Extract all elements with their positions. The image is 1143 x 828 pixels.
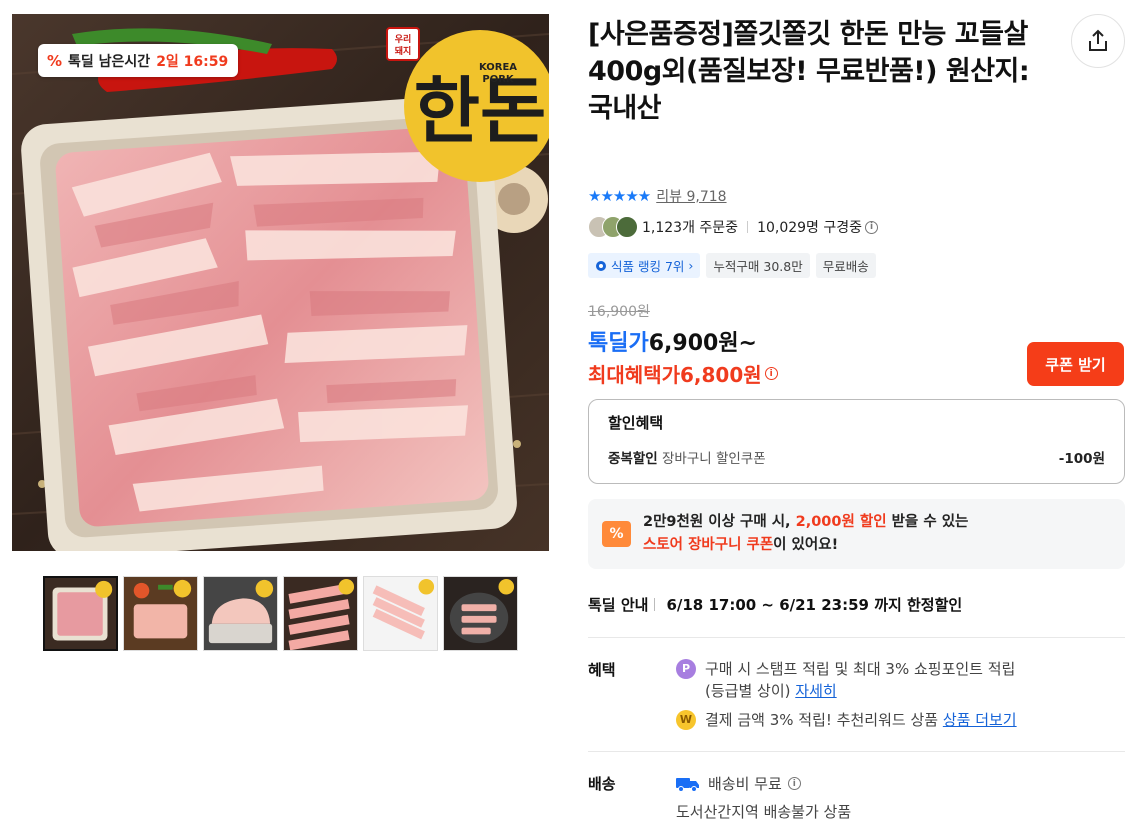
divider bbox=[747, 221, 749, 233]
pork-photo: 한돈 KOREA PORK 우리 돼지 bbox=[12, 14, 549, 551]
benefit-line-reward: W 결제 금액 3% 적립! 추천리워드 상품 상품 더보기 bbox=[676, 709, 1017, 731]
thumbnail-5[interactable] bbox=[363, 576, 438, 651]
deal-info-row: 톡딜 안내 6/18 17:00 ~ 6/21 23:59 까지 한정할인 bbox=[588, 594, 962, 615]
discount-desc: 장바구니 할인쿠폰 bbox=[661, 451, 766, 467]
review-link[interactable]: 리뷰 9,718 bbox=[656, 186, 726, 206]
buyer-avatars bbox=[588, 216, 638, 238]
svg-text:우리: 우리 bbox=[395, 33, 412, 45]
info-icon[interactable]: i bbox=[865, 220, 879, 234]
max-benefit-price: 최대혜택가 6,800원 i bbox=[588, 359, 778, 388]
thumb-pork-slices-white-image bbox=[364, 577, 437, 650]
more-products-link[interactable]: 상품 더보기 bbox=[943, 711, 1017, 729]
notice-mid: 받을 수 있는 bbox=[886, 514, 969, 530]
discount-benefits-box: 할인혜택 중복할인 장바구니 할인쿠폰 -100원 bbox=[588, 399, 1125, 484]
section-divider bbox=[588, 637, 1125, 638]
order-count: 1,123개 주문중 bbox=[642, 220, 739, 236]
notice-highlight-coupon: 스토어 장바구니 쿠폰 bbox=[643, 537, 774, 553]
benefit-reward-text: 결제 금액 3% 적립! 추천리워드 상품 bbox=[705, 711, 939, 729]
shipping-note: 도서산간지역 배송불가 상품 bbox=[676, 803, 852, 821]
ranking-tag[interactable]: 식품 랭킹 7위 › bbox=[588, 253, 701, 278]
point-coin-icon: P bbox=[676, 659, 696, 679]
share-button[interactable] bbox=[1071, 14, 1125, 68]
discount-line: 중복할인 장바구니 할인쿠폰 -100원 bbox=[608, 447, 1105, 467]
benefit-stamp-note: (등급별 상이) bbox=[705, 682, 791, 700]
rating-row: ★★★★★ 리뷰 9,718 bbox=[588, 186, 727, 206]
coupon-icon: % bbox=[602, 521, 631, 547]
thumbnail-1[interactable] bbox=[43, 576, 118, 651]
get-coupon-button[interactable]: 쿠폰 받기 bbox=[1027, 342, 1124, 386]
benefit-label: 혜택 bbox=[588, 661, 616, 679]
discount-type: 중복할인 bbox=[608, 451, 658, 467]
thumbnail-strip bbox=[43, 576, 518, 651]
timer-time: 2일 16:59 bbox=[156, 53, 229, 70]
logo-hanadon: 한돈 bbox=[414, 68, 546, 153]
details-link[interactable]: 자세히 bbox=[795, 682, 836, 700]
deal-price-value: 6,900원~ bbox=[648, 331, 757, 356]
truck-icon bbox=[676, 777, 699, 792]
thumb-pork-tray-image bbox=[45, 578, 116, 649]
tag-row: 식품 랭킹 7위 › 누적구매 30.8만 무료배송 bbox=[588, 253, 876, 278]
benefit-stamp-text: 구매 시 스탬프 적립 및 최대 3% 쇼핑포인트 적립 bbox=[705, 660, 1016, 678]
deal-timer-badge: % 톡딜 남은시간 2일 16:59 bbox=[38, 44, 239, 77]
product-main-image: 한돈 KOREA PORK 우리 돼지 % 톡딜 남은시간 2일 16:59 bbox=[12, 14, 549, 551]
thumb-pork-vegetables-image bbox=[124, 577, 197, 650]
thumb-pork-grilled-image bbox=[444, 577, 517, 650]
divider bbox=[654, 598, 656, 611]
benefit-line-stamp: P 구매 시 스탬프 적립 및 최대 3% 쇼핑포인트 적립 (등급별 상이) … bbox=[676, 658, 1015, 702]
shipping-fee-line: 배송비 무료 i bbox=[676, 773, 801, 794]
product-title: [사은품증정]쫄깃쫄깃 한돈 만능 꼬들살 400g외(품질보장! 무료반품!)… bbox=[588, 19, 1030, 124]
cumulative-purchase-tag: 누적구매 30.8만 bbox=[706, 253, 810, 278]
cart-coupon-notice[interactable]: % 2만9천원 이상 구매 시, 2,000원 할인 받을 수 있는 스토어 장… bbox=[588, 499, 1125, 569]
deal-price: 톡딜가 6,900원~ bbox=[588, 325, 757, 357]
max-price-value: 6,800원 bbox=[680, 363, 762, 387]
shipping-label: 배송 bbox=[588, 775, 616, 793]
max-price-label: 최대혜택가 bbox=[588, 363, 680, 387]
rating-stars: ★★★★★ bbox=[588, 187, 651, 205]
deal-price-label: 톡딜가 bbox=[588, 331, 649, 356]
discount-amount: -100원 bbox=[1058, 451, 1105, 467]
gear-icon bbox=[596, 260, 606, 271]
timer-label: 톡딜 남은시간 bbox=[68, 53, 151, 70]
notice-pre: 2만9천원 이상 구매 시, bbox=[643, 514, 796, 530]
viewer-count: 10,029명 구경중 bbox=[757, 220, 863, 236]
svg-text:PORK: PORK bbox=[482, 74, 515, 85]
thumbnail-6[interactable] bbox=[443, 576, 518, 651]
stat-row: 1,123개 주문중 10,029명 구경중 i bbox=[588, 216, 879, 238]
avatar bbox=[616, 216, 638, 238]
notice-highlight-amount: 2,000원 할인 bbox=[795, 514, 887, 530]
thumbnail-2[interactable] bbox=[123, 576, 198, 651]
shipping-fee: 배송비 무료 bbox=[708, 775, 782, 793]
original-price: 16,900원 bbox=[588, 304, 650, 320]
reward-coin-icon: W bbox=[676, 710, 696, 730]
deal-info-text: 6/18 17:00 ~ 6/21 23:59 까지 한정할인 bbox=[666, 596, 963, 614]
deal-info-label: 톡딜 안내 bbox=[588, 596, 649, 614]
thumb-pork-block-image bbox=[204, 577, 277, 650]
thumb-pork-slices-red-image bbox=[284, 577, 357, 650]
free-shipping-tag: 무료배송 bbox=[815, 253, 876, 278]
info-icon[interactable]: i bbox=[764, 367, 778, 380]
percent-icon: % bbox=[47, 51, 63, 70]
notice-text: 2만9천원 이상 구매 시, 2,000원 할인 받을 수 있는 스토어 장바구… bbox=[643, 511, 968, 557]
section-divider bbox=[588, 751, 1125, 752]
notice-post: 이 있어요! bbox=[773, 537, 839, 553]
thumbnail-3[interactable] bbox=[203, 576, 278, 651]
ranking-label: 식품 랭킹 7위 bbox=[611, 259, 685, 274]
thumbnail-4[interactable] bbox=[283, 576, 358, 651]
svg-text:돼지: 돼지 bbox=[395, 45, 412, 57]
info-icon[interactable]: i bbox=[787, 777, 801, 790]
svg-text:KOREA: KOREA bbox=[479, 62, 517, 73]
discount-heading: 할인혜택 bbox=[608, 414, 664, 432]
chevron-right-icon: › bbox=[688, 258, 694, 273]
share-icon bbox=[1089, 29, 1107, 51]
